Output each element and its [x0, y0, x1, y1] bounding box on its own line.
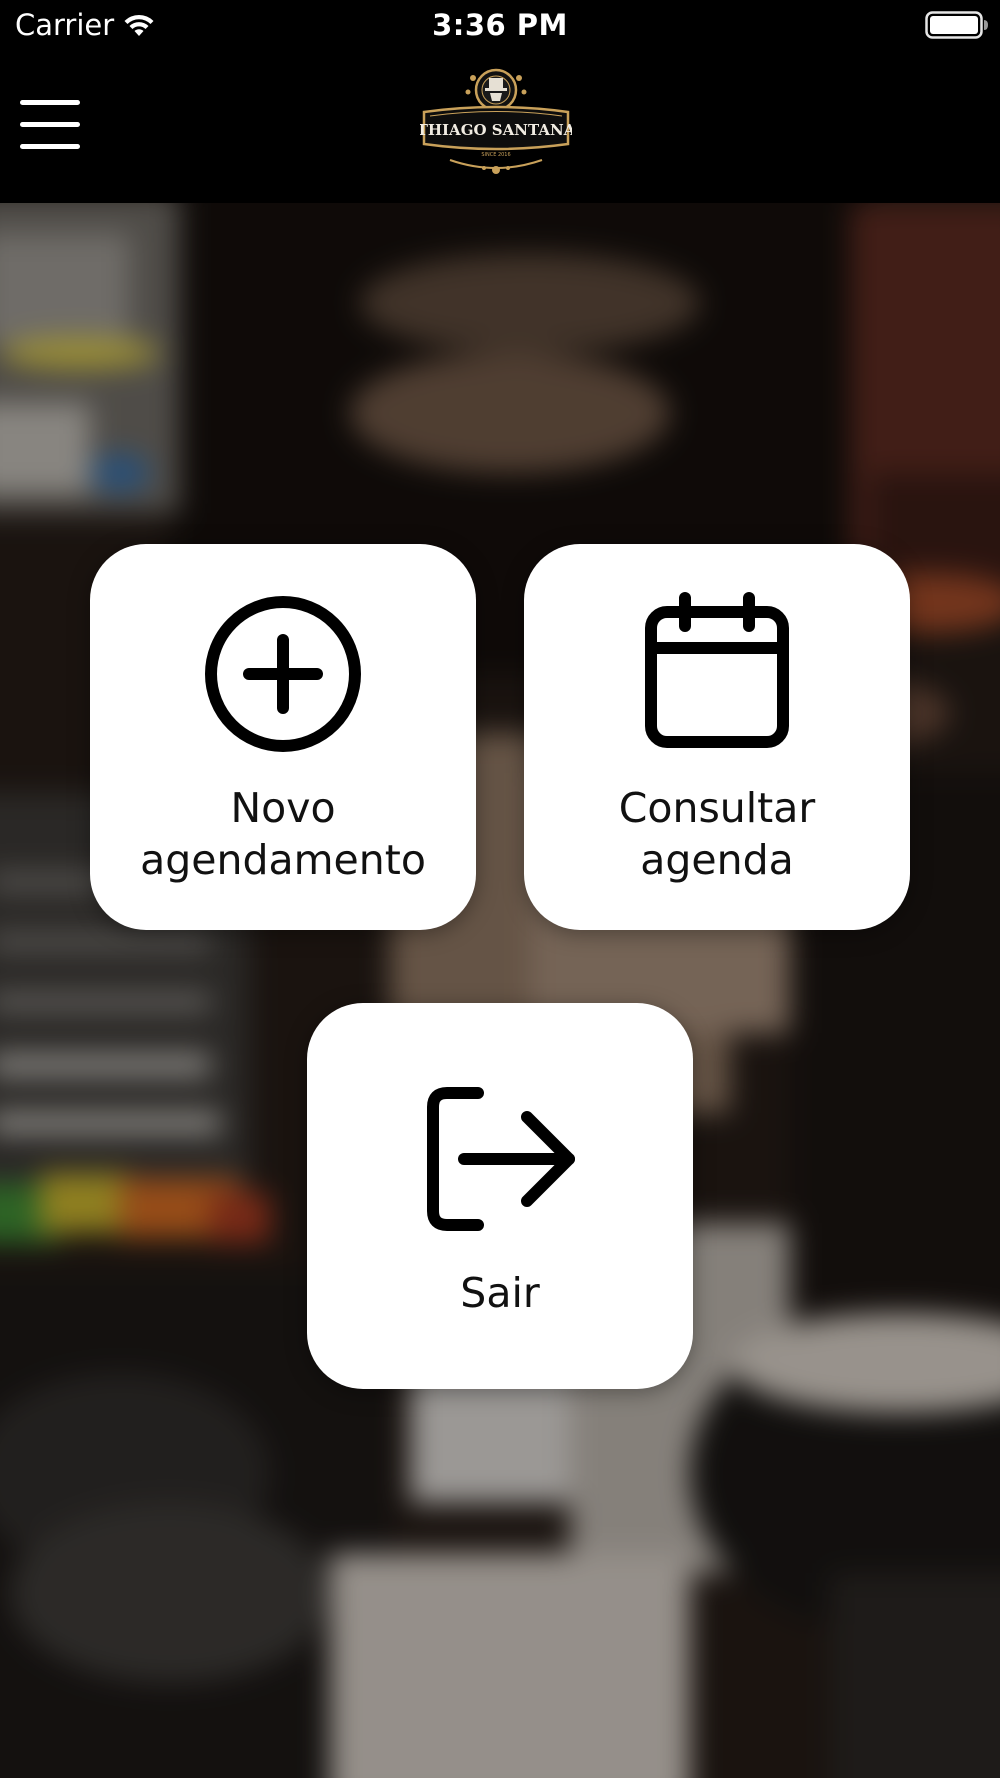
battery-full-icon: [925, 11, 988, 39]
hamburger-menu-icon[interactable]: [18, 98, 82, 154]
logo-tagline: SINCE 2016: [481, 152, 510, 158]
clock-label: 3:36 PM: [432, 8, 568, 42]
home-screen: Carrier 3:36 PM THIAGO SANTANA SINCE 201…: [0, 0, 1000, 1778]
background-shade: [0, 203, 1000, 1778]
background-photo: [0, 203, 1000, 1778]
thiago-santana-logo: THIAGO SANTANA SINCE 2016: [420, 68, 572, 174]
logout-icon: [427, 1087, 575, 1231]
plus-circle-icon: [205, 596, 361, 752]
logo-wordmark: THIAGO SANTANA: [420, 121, 572, 139]
calendar-icon: [645, 592, 789, 748]
status-bar: Carrier 3:36 PM: [0, 0, 1000, 50]
view-schedule-label: Consultar agenda: [618, 784, 816, 884]
logout-button[interactable]: Sair: [307, 1003, 693, 1389]
navigation-bar: THIAGO SANTANA SINCE 2016: [0, 50, 1000, 203]
view-schedule-button[interactable]: Consultar agenda: [524, 544, 910, 930]
logout-label: Sair: [460, 1269, 540, 1317]
new-appointment-button[interactable]: Novo agendamento: [90, 544, 476, 930]
new-appointment-label: Novo agendamento: [140, 784, 426, 884]
